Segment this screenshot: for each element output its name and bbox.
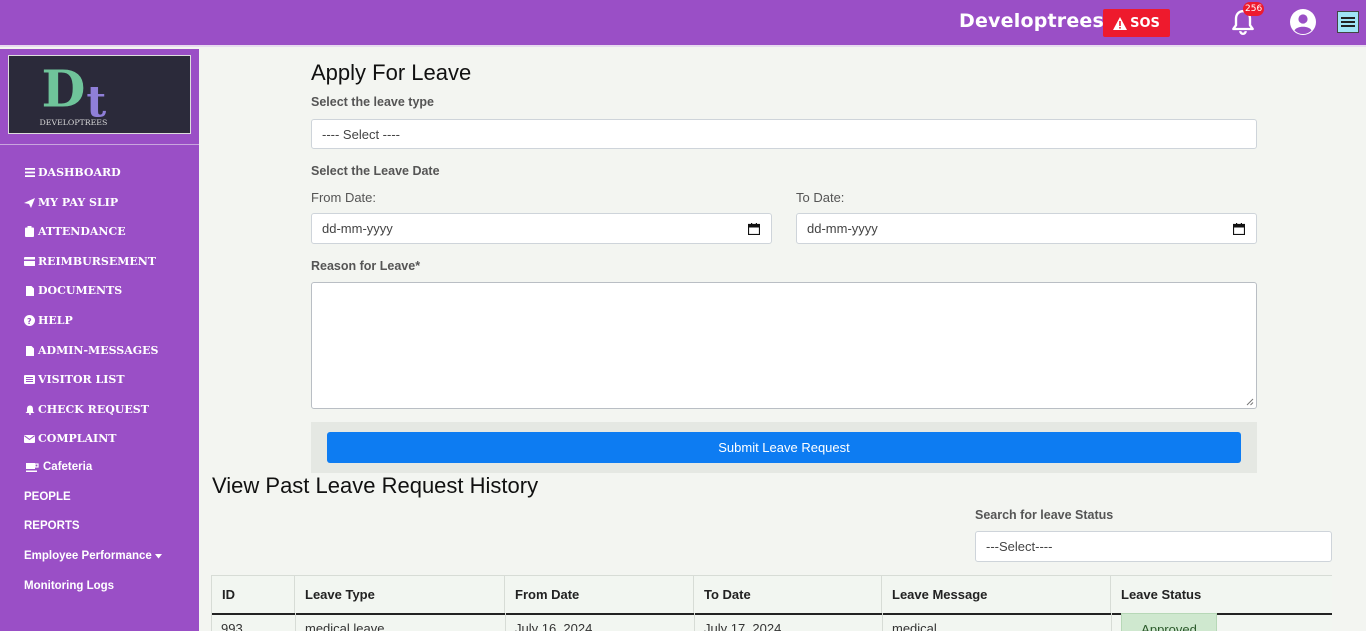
caret-down-icon <box>153 551 164 562</box>
file-icon <box>24 345 35 356</box>
reason-textarea[interactable] <box>311 282 1257 409</box>
history-title: View Past Leave Request History <box>212 473 539 498</box>
sidebar-item-label: MY PAY SLIP <box>38 196 119 209</box>
sidebar-item-label: Cafeteria <box>43 461 93 473</box>
sidebar-item-documents[interactable]: DOCUMENTS <box>24 284 122 297</box>
sidebar-item-label: PEOPLE <box>24 491 71 503</box>
table-cell-from-date: July 16, 2024 <box>515 621 593 631</box>
column-header-leave-status[interactable]: Leave Status <box>1111 575 1332 613</box>
leave-history-table: ID Leave Type From Date To Date Leave Me… <box>211 575 1332 631</box>
sidebar-item-label: Monitoring Logs <box>24 580 115 592</box>
coffee-icon <box>24 462 40 473</box>
to-date-input[interactable]: dd-mm-yyyy <box>796 213 1257 244</box>
sidebar-item-label: VISITOR LIST <box>38 373 125 386</box>
notification-count-badge: 256 <box>1243 2 1265 16</box>
leave-status-filter-select[interactable]: ---Select---- <box>975 531 1332 562</box>
column-header-leave-type[interactable]: Leave Type <box>295 575 505 613</box>
table-cell-leave-type: medical leave <box>305 621 385 631</box>
table-cell-id: 993 <box>221 621 243 631</box>
submit-container: Submit Leave Request <box>311 422 1257 473</box>
file-icon <box>24 285 35 296</box>
sidebar-item-admin-messages[interactable]: ADMIN-MESSAGES <box>24 344 158 357</box>
leave-type-selected-value: ---- Select ---- <box>322 126 400 142</box>
leave-type-label: Select the leave type <box>311 95 434 109</box>
sidebar-item-label: DOCUMENTS <box>38 284 123 297</box>
hamburger-menu-button[interactable] <box>1337 11 1359 33</box>
clipboard-icon <box>24 226 35 237</box>
calendar-icon[interactable] <box>748 223 760 235</box>
column-header-id[interactable]: ID <box>211 575 295 613</box>
search-status-label: Search for leave Status <box>975 508 1114 522</box>
sos-button[interactable]: SOS <box>1103 9 1170 37</box>
sidebar-item-label: ADMIN-MESSAGES <box>38 344 159 357</box>
page-title: Apply For Leave <box>311 60 472 85</box>
warning-icon <box>1113 16 1128 30</box>
from-date-input[interactable]: dd-mm-yyyy <box>311 213 772 244</box>
to-date-placeholder: dd-mm-yyyy <box>807 221 878 236</box>
user-profile-icon[interactable] <box>1289 8 1317 36</box>
top-navbar: Developtrees SOS 256 <box>0 0 1366 47</box>
status-badge: Approved <box>1121 613 1217 631</box>
sidebar-item-label: DASHBOARD <box>38 166 121 179</box>
sidebar-item-complaint[interactable]: COMPLAINT <box>24 432 116 445</box>
sidebar-item-my-pay-slip[interactable]: MY PAY SLIP <box>24 196 118 209</box>
to-date-label: To Date: <box>796 190 845 205</box>
bell-icon <box>24 404 35 415</box>
sidebar-item-reports[interactable]: REPORTS <box>24 520 80 532</box>
sidebar-item-employee-performance[interactable]: Employee Performance <box>24 550 164 562</box>
envelope-icon <box>24 433 35 444</box>
sidebar-item-label: REPORTS <box>24 520 80 532</box>
from-date-label: From Date: <box>311 190 377 205</box>
leave-status-filter-value: ---Select---- <box>986 539 1053 554</box>
reason-label: Reason for Leave* <box>311 259 421 273</box>
company-logo[interactable]: D t DEVELOPTREES <box>8 55 191 134</box>
sidebar-item-check-request[interactable]: CHECK REQUEST <box>24 403 149 416</box>
sidebar-item-label: ATTENDANCE <box>38 225 126 238</box>
sidebar-item-cafeteria[interactable]: Cafeteria <box>24 461 92 473</box>
from-date-placeholder: dd-mm-yyyy <box>322 221 393 236</box>
svg-text:D: D <box>42 59 86 119</box>
sidebar-item-help[interactable]: ? HELP <box>24 314 73 327</box>
leave-type-select[interactable]: ---- Select ---- <box>311 119 1257 149</box>
sidebar-item-label: REIMBURSEMENT <box>38 255 157 268</box>
brand-name[interactable]: Developtrees <box>959 10 1104 32</box>
column-header-leave-message[interactable]: Leave Message <box>882 575 1111 613</box>
sidebar-item-reimbursement[interactable]: REIMBURSEMENT <box>24 255 156 268</box>
svg-text:?: ? <box>27 317 32 326</box>
sidebar-item-dashboard[interactable]: DASHBOARD <box>24 166 121 179</box>
column-header-to-date[interactable]: To Date <box>694 575 882 613</box>
calendar-icon[interactable] <box>1233 223 1245 235</box>
sidebar-item-monitoring-logs[interactable]: Monitoring Logs <box>24 580 114 592</box>
submit-leave-request-button[interactable]: Submit Leave Request <box>327 432 1241 463</box>
sidebar-item-label: COMPLAINT <box>38 432 117 445</box>
sidebar-item-label: HELP <box>38 314 73 327</box>
sidebar-item-visitor-list[interactable]: VISITOR LIST <box>24 373 125 386</box>
list-icon <box>24 374 35 385</box>
bars-icon <box>24 167 35 178</box>
credit-card-icon <box>24 256 35 267</box>
sidebar-item-label: Employee Performance <box>24 550 152 562</box>
sidebar: D t DEVELOPTREES DASHBOARD MY PAY SLIP A… <box>0 49 199 631</box>
table-cell-leave-message: medical <box>892 621 937 631</box>
paper-plane-icon <box>24 197 35 208</box>
leave-date-label: Select the Leave Date <box>311 164 440 178</box>
sidebar-item-attendance[interactable]: ATTENDANCE <box>24 225 126 238</box>
sos-label: SOS <box>1130 15 1160 31</box>
resize-grip-icon[interactable] <box>1246 398 1254 406</box>
column-header-from-date[interactable]: From Date <box>505 575 694 613</box>
table-cell-to-date: July 17, 2024 <box>704 621 782 631</box>
question-circle-icon: ? <box>24 315 35 326</box>
sidebar-item-label: CHECK REQUEST <box>38 403 149 416</box>
svg-text:DEVELOPTREES: DEVELOPTREES <box>40 118 108 127</box>
sidebar-item-people[interactable]: PEOPLE <box>24 491 71 503</box>
